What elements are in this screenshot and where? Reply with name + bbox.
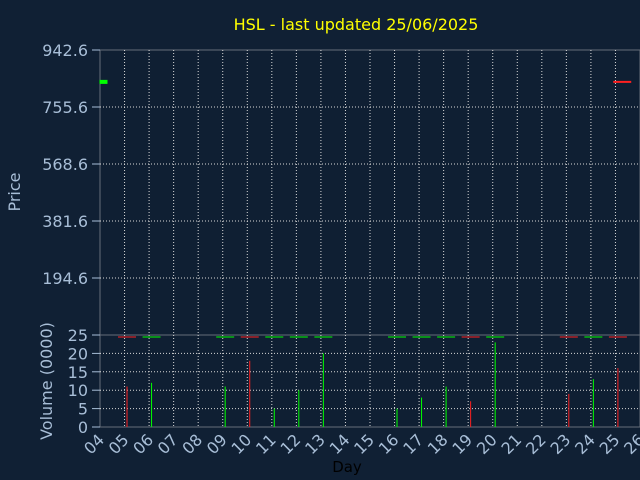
x-tick-label: 26 (620, 430, 640, 458)
price-axis-label: Price (5, 172, 24, 211)
price-tick-label: 194.6 (42, 269, 88, 288)
price-mark (99, 79, 108, 84)
price-tick-label: 568.6 (42, 155, 88, 174)
price-panel: 942.6 755.6 568.6 381.6 194.6 Price (5, 41, 640, 336)
volume-tick-label: 20 (68, 344, 88, 363)
stock-chart: HSL - last updated 25/06/2025 942.6 755.6… (5, 15, 640, 476)
chart-title: HSL - last updated 25/06/2025 (234, 15, 479, 34)
volume-tick-label: 10 (68, 381, 88, 400)
volume-tick-label: 15 (68, 363, 88, 382)
volume-panel: 2520151050 Volume (0000) 040506070809101… (37, 322, 640, 476)
volume-axis-label: Volume (0000) (37, 322, 56, 440)
volume-tick-label: 25 (68, 326, 88, 345)
price-tick-label: 942.6 (42, 41, 88, 60)
volume-tick-label: 5 (78, 400, 88, 419)
volume-tick-label: 0 (78, 418, 88, 437)
price-y-ticks: 942.6 755.6 568.6 381.6 194.6 (42, 41, 100, 288)
price-mark (613, 80, 632, 83)
price-tick-label: 381.6 (42, 212, 88, 231)
volume-y-ticks: 2520151050 (68, 326, 100, 437)
price-tick-label: 755.6 (42, 98, 88, 117)
x-axis-label: Day (332, 458, 362, 476)
x-ticks: 0405060708091011121314151617181920212223… (80, 430, 640, 458)
